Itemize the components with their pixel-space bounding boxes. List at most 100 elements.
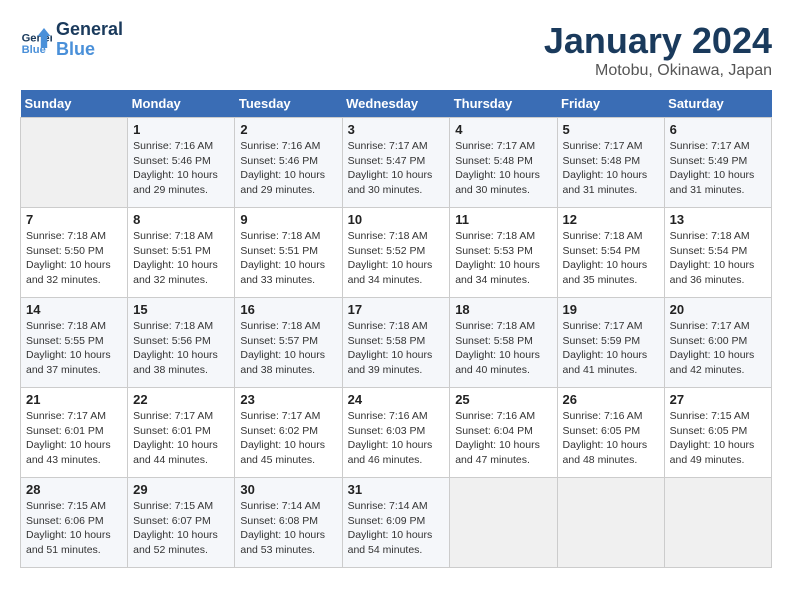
header-thursday: Thursday — [450, 90, 557, 118]
day-cell: 27 Sunrise: 7:15 AM Sunset: 6:05 PM Dayli… — [664, 388, 771, 478]
day-number: 3 — [348, 122, 445, 137]
day-info: Sunrise: 7:17 AM Sunset: 5:47 PM Dayligh… — [348, 139, 445, 198]
day-number: 16 — [240, 302, 336, 317]
week-row-4: 21 Sunrise: 7:17 AM Sunset: 6:01 PM Dayli… — [21, 388, 772, 478]
day-number: 12 — [563, 212, 659, 227]
day-cell: 12 Sunrise: 7:18 AM Sunset: 5:54 PM Dayli… — [557, 208, 664, 298]
day-cell — [450, 478, 557, 568]
day-info: Sunrise: 7:16 AM Sunset: 5:46 PM Dayligh… — [240, 139, 336, 198]
day-cell — [21, 118, 128, 208]
day-info: Sunrise: 7:18 AM Sunset: 5:58 PM Dayligh… — [455, 319, 551, 378]
day-info: Sunrise: 7:17 AM Sunset: 6:01 PM Dayligh… — [133, 409, 229, 468]
day-number: 11 — [455, 212, 551, 227]
day-info: Sunrise: 7:17 AM Sunset: 6:00 PM Dayligh… — [670, 319, 766, 378]
page-header: General Blue General Blue January 2024 M… — [20, 20, 772, 80]
day-cell: 16 Sunrise: 7:18 AM Sunset: 5:57 PM Dayli… — [235, 298, 342, 388]
day-info: Sunrise: 7:18 AM Sunset: 5:57 PM Dayligh… — [240, 319, 336, 378]
day-info: Sunrise: 7:18 AM Sunset: 5:55 PM Dayligh… — [26, 319, 122, 378]
day-info: Sunrise: 7:18 AM Sunset: 5:51 PM Dayligh… — [240, 229, 336, 288]
day-info: Sunrise: 7:15 AM Sunset: 6:06 PM Dayligh… — [26, 499, 122, 558]
day-info: Sunrise: 7:17 AM Sunset: 6:02 PM Dayligh… — [240, 409, 336, 468]
header-tuesday: Tuesday — [235, 90, 342, 118]
day-cell: 9 Sunrise: 7:18 AM Sunset: 5:51 PM Daylig… — [235, 208, 342, 298]
day-cell: 15 Sunrise: 7:18 AM Sunset: 5:56 PM Dayli… — [128, 298, 235, 388]
day-number: 20 — [670, 302, 766, 317]
day-cell: 21 Sunrise: 7:17 AM Sunset: 6:01 PM Dayli… — [21, 388, 128, 478]
day-cell: 19 Sunrise: 7:17 AM Sunset: 5:59 PM Dayli… — [557, 298, 664, 388]
header-monday: Monday — [128, 90, 235, 118]
day-cell: 17Sunrise: 7:18 AM Sunset: 5:58 PM Dayli… — [342, 298, 450, 388]
day-info: Sunrise: 7:16 AM Sunset: 5:46 PM Dayligh… — [133, 139, 229, 198]
day-cell: 2Sunrise: 7:16 AM Sunset: 5:46 PM Daylig… — [235, 118, 342, 208]
day-number: 27 — [670, 392, 766, 407]
day-number: 26 — [563, 392, 659, 407]
day-info: Sunrise: 7:17 AM Sunset: 5:48 PM Dayligh… — [563, 139, 659, 198]
day-info: Sunrise: 7:17 AM Sunset: 5:59 PM Dayligh… — [563, 319, 659, 378]
day-number: 24 — [348, 392, 445, 407]
day-cell: 23Sunrise: 7:17 AM Sunset: 6:02 PM Dayli… — [235, 388, 342, 478]
day-number: 5 — [563, 122, 659, 137]
day-cell: 11 Sunrise: 7:18 AM Sunset: 5:53 PM Dayli… — [450, 208, 557, 298]
title-block: January 2024 Motobu, Okinawa, Japan — [544, 20, 772, 80]
day-cell: 22Sunrise: 7:17 AM Sunset: 6:01 PM Dayli… — [128, 388, 235, 478]
day-info: Sunrise: 7:14 AM Sunset: 6:09 PM Dayligh… — [348, 499, 445, 558]
header-friday: Friday — [557, 90, 664, 118]
day-number: 28 — [26, 482, 122, 497]
day-cell: 26 Sunrise: 7:16 AM Sunset: 6:05 PM Dayli… — [557, 388, 664, 478]
day-number: 31 — [348, 482, 445, 497]
day-number: 25 — [455, 392, 551, 407]
day-info: Sunrise: 7:14 AM Sunset: 6:08 PM Dayligh… — [240, 499, 336, 558]
day-cell: 20 Sunrise: 7:17 AM Sunset: 6:00 PM Dayli… — [664, 298, 771, 388]
day-cell: 28 Sunrise: 7:15 AM Sunset: 6:06 PM Dayli… — [21, 478, 128, 568]
day-info: Sunrise: 7:16 AM Sunset: 6:05 PM Dayligh… — [563, 409, 659, 468]
week-row-3: 14 Sunrise: 7:18 AM Sunset: 5:55 PM Dayli… — [21, 298, 772, 388]
logo: General Blue General Blue — [20, 20, 123, 60]
week-row-1: 1 Sunrise: 7:16 AM Sunset: 5:46 PM Daylig… — [21, 118, 772, 208]
day-number: 15 — [133, 302, 229, 317]
day-cell: 29Sunrise: 7:15 AM Sunset: 6:07 PM Dayli… — [128, 478, 235, 568]
day-number: 10 — [348, 212, 445, 227]
day-info: Sunrise: 7:18 AM Sunset: 5:50 PM Dayligh… — [26, 229, 122, 288]
calendar-table: SundayMondayTuesdayWednesdayThursdayFrid… — [20, 90, 772, 568]
header-sunday: Sunday — [21, 90, 128, 118]
day-number: 7 — [26, 212, 122, 227]
day-info: Sunrise: 7:17 AM Sunset: 5:49 PM Dayligh… — [670, 139, 766, 198]
day-info: Sunrise: 7:18 AM Sunset: 5:54 PM Dayligh… — [563, 229, 659, 288]
day-cell: 6 Sunrise: 7:17 AM Sunset: 5:49 PM Daylig… — [664, 118, 771, 208]
day-info: Sunrise: 7:17 AM Sunset: 6:01 PM Dayligh… — [26, 409, 122, 468]
day-number: 30 — [240, 482, 336, 497]
day-number: 6 — [670, 122, 766, 137]
day-cell: 18 Sunrise: 7:18 AM Sunset: 5:58 PM Dayli… — [450, 298, 557, 388]
day-number: 13 — [670, 212, 766, 227]
day-cell: 10 Sunrise: 7:18 AM Sunset: 5:52 PM Dayli… — [342, 208, 450, 298]
day-number: 4 — [455, 122, 551, 137]
logo-blue: Blue — [56, 40, 123, 60]
day-info: Sunrise: 7:16 AM Sunset: 6:03 PM Dayligh… — [348, 409, 445, 468]
calendar-header-row: SundayMondayTuesdayWednesdayThursdayFrid… — [21, 90, 772, 118]
day-cell: 4 Sunrise: 7:17 AM Sunset: 5:48 PM Daylig… — [450, 118, 557, 208]
day-cell: 1 Sunrise: 7:16 AM Sunset: 5:46 PM Daylig… — [128, 118, 235, 208]
day-number: 18 — [455, 302, 551, 317]
day-info: Sunrise: 7:15 AM Sunset: 6:05 PM Dayligh… — [670, 409, 766, 468]
day-info: Sunrise: 7:18 AM Sunset: 5:58 PM Dayligh… — [348, 319, 445, 378]
day-info: Sunrise: 7:18 AM Sunset: 5:53 PM Dayligh… — [455, 229, 551, 288]
day-cell: 13Sunrise: 7:18 AM Sunset: 5:54 PM Dayli… — [664, 208, 771, 298]
header-saturday: Saturday — [664, 90, 771, 118]
day-number: 21 — [26, 392, 122, 407]
day-info: Sunrise: 7:18 AM Sunset: 5:56 PM Dayligh… — [133, 319, 229, 378]
day-number: 9 — [240, 212, 336, 227]
day-info: Sunrise: 7:16 AM Sunset: 6:04 PM Dayligh… — [455, 409, 551, 468]
day-info: Sunrise: 7:18 AM Sunset: 5:51 PM Dayligh… — [133, 229, 229, 288]
day-number: 14 — [26, 302, 122, 317]
day-cell: 5 Sunrise: 7:17 AM Sunset: 5:48 PM Daylig… — [557, 118, 664, 208]
month-title: January 2024 — [544, 20, 772, 62]
day-info: Sunrise: 7:18 AM Sunset: 5:52 PM Dayligh… — [348, 229, 445, 288]
header-wednesday: Wednesday — [342, 90, 450, 118]
day-number: 1 — [133, 122, 229, 137]
day-cell — [557, 478, 664, 568]
day-number: 19 — [563, 302, 659, 317]
day-cell: 14 Sunrise: 7:18 AM Sunset: 5:55 PM Dayli… — [21, 298, 128, 388]
day-info: Sunrise: 7:17 AM Sunset: 5:48 PM Dayligh… — [455, 139, 551, 198]
logo-icon: General Blue — [20, 24, 52, 56]
day-number: 8 — [133, 212, 229, 227]
